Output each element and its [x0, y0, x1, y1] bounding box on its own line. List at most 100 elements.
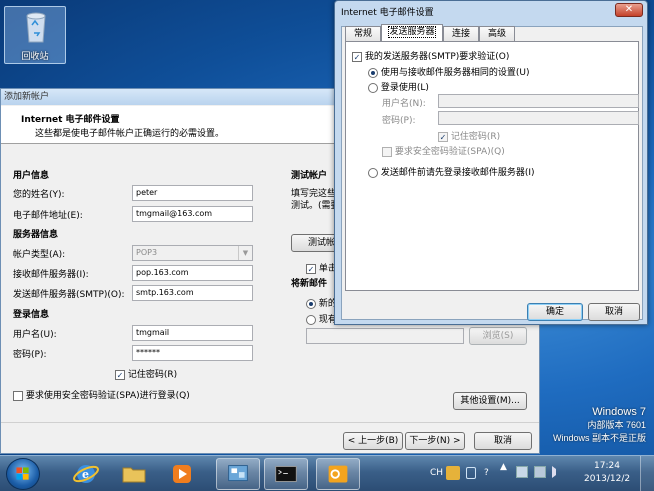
spa-checkbox[interactable]: 要求使用安全密码验证(SPA)进行登录(Q) [13, 388, 190, 401]
dialog-remember-label: 记住密码(R) [450, 132, 501, 142]
datafile-path-field[interactable] [306, 328, 464, 344]
checkbox-checked-icon [306, 263, 316, 274]
dialog-password-label: 密码(P): [382, 116, 416, 126]
logon-info-heading: 登录信息 [13, 310, 50, 320]
radio-icon [368, 82, 378, 93]
start-button[interactable] [6, 458, 40, 490]
tab-outgoing-server-label: 发送服务器 [388, 26, 436, 38]
deliver-to-heading: 将新邮件 [291, 279, 328, 289]
email-field[interactable]: tmgmail@163.com [132, 206, 253, 222]
taskbar-outlook[interactable] [316, 458, 360, 490]
dialog-spa-checkbox[interactable]: 要求安全密码验证(SPA)(Q) [382, 144, 505, 157]
outgoing-server-panel: 我的发送服务器(SMTP)要求验证(O) 使用与接收邮件服务器相同的设置(U) … [345, 41, 639, 291]
checkbox-checked-icon [352, 51, 362, 62]
tab-connection[interactable]: 连接 [443, 26, 479, 41]
logon-using-radio[interactable]: 登录使用(L) [368, 80, 429, 93]
windows-logo-icon [16, 467, 29, 480]
same-settings-radio[interactable]: 使用与接收邮件服务器相同的设置(U) [368, 65, 530, 78]
incoming-server-label: 接收邮件服务器(I): [13, 270, 89, 280]
taskbar-media-player[interactable] [160, 458, 204, 490]
dialog-password-field[interactable] [438, 111, 639, 125]
close-icon: ✕ [624, 4, 634, 15]
dialog-title: Internet 电子邮件设置 [341, 8, 434, 18]
dialog-close-button[interactable]: ✕ [615, 3, 643, 17]
ok-button[interactable]: 确定 [527, 303, 583, 321]
outlook-icon [328, 465, 348, 483]
checkbox-icon [13, 390, 23, 401]
wizard-divider [1, 422, 539, 423]
clock-date[interactable]: 2013/12/2 [584, 474, 630, 484]
watermark-line-3: Windows 副本不是正版 [552, 433, 646, 443]
remember-password-checkbox[interactable]: 记住密码(R) [115, 367, 177, 380]
tab-general-label: 常规 [353, 29, 372, 39]
name-field[interactable]: peter [132, 185, 253, 201]
internet-explorer-icon: e [73, 465, 99, 483]
tab-outgoing-server[interactable]: 发送服务器 [381, 24, 443, 41]
cancel-button[interactable]: 取消 [474, 432, 532, 450]
help-icon[interactable]: ? [484, 468, 489, 478]
tab-general[interactable]: 常规 [345, 26, 381, 41]
dialog-remember-checkbox[interactable]: 记住密码(R) [438, 129, 500, 142]
dialog-spa-label: 要求安全密码验证(SPA)(Q) [394, 147, 505, 157]
volume-icon[interactable] [552, 466, 564, 478]
remember-password-label: 记住密码(R) [127, 370, 178, 380]
test-desc-line-2: 测试。(需要 [291, 201, 340, 211]
incoming-server-field[interactable]: pop.163.com [132, 265, 253, 281]
name-label: 您的姓名(Y): [13, 190, 65, 200]
smtp-auth-label: 我的发送服务器(SMTP)要求验证(O) [364, 52, 510, 62]
radio-selected-icon [368, 67, 378, 78]
username-label: 用户名(U): [13, 330, 57, 340]
taskbar-control-panel[interactable] [216, 458, 260, 490]
dialog-username-label: 用户名(N): [382, 99, 426, 109]
checkbox-checked-icon [115, 369, 125, 380]
smtp-auth-checkbox[interactable]: 我的发送服务器(SMTP)要求验证(O) [352, 49, 509, 62]
logon-using-label: 登录使用(L) [380, 83, 429, 93]
clock-time[interactable]: 17:24 [594, 461, 620, 471]
show-desktop-button[interactable] [640, 456, 654, 491]
language-indicator[interactable]: CH [430, 468, 443, 478]
action-center-icon[interactable] [516, 466, 528, 478]
dialog-client: 常规 发送服务器 连接 高级 我的发送服务器(SMTP)要求验证(O) 使用与接… [341, 24, 643, 321]
checkbox-icon [382, 146, 392, 157]
taskbar-ie[interactable]: e [64, 458, 108, 490]
folder-icon [122, 467, 146, 483]
outgoing-server-field[interactable]: smtp.163.com [132, 285, 253, 301]
recycle-bin-label: 回收站 [21, 52, 49, 62]
new-datafile-radio[interactable]: 新的 [306, 296, 337, 309]
logon-before-radio[interactable]: 发送邮件前请先登录接收邮件服务器(I) [368, 165, 535, 178]
account-type-label: 帐户类型(A): [13, 250, 66, 260]
tab-connection-label: 连接 [451, 29, 470, 39]
taskbar-explorer[interactable] [112, 458, 156, 490]
logon-before-label: 发送邮件前请先登录接收邮件服务器(I) [380, 168, 535, 178]
keyboard-icon[interactable] [466, 467, 476, 479]
spa-label: 要求使用安全密码验证(SPA)进行登录(Q) [25, 391, 190, 401]
back-button[interactable]: < 上一步(B) [343, 432, 403, 450]
browse-button[interactable]: 浏览(S) [469, 327, 527, 345]
server-info-heading: 服务器信息 [13, 230, 59, 240]
recycle-bin-icon [26, 12, 46, 43]
more-settings-button[interactable]: 其他设置(M)... [453, 392, 527, 410]
show-hidden-icons[interactable]: ▲ [500, 462, 507, 472]
password-label: 密码(P): [13, 350, 47, 360]
password-field[interactable]: ****** [132, 345, 253, 361]
dialog-username-field[interactable] [438, 94, 639, 108]
svg-text:e: e [82, 468, 89, 481]
next-button[interactable]: 下一步(N) > [405, 432, 465, 450]
test-account-heading: 测试帐户 [291, 171, 328, 181]
radio-selected-icon [306, 298, 316, 309]
network-icon[interactable] [534, 466, 546, 478]
username-field[interactable]: tmgmail [132, 325, 253, 341]
existing-datafile-radio[interactable]: 现有 [306, 312, 337, 325]
taskbar-cmd[interactable] [264, 458, 308, 490]
wizard-header-subtitle: 这些都是使电子邮件帐户正确运行的必需设置。 [35, 129, 225, 139]
recycle-bin-shortcut[interactable]: 回收站 [4, 6, 66, 64]
account-type-select[interactable]: POP3 ▼ [132, 245, 253, 261]
tab-advanced[interactable]: 高级 [479, 26, 515, 41]
wizard-header-title: Internet 电子邮件设置 [21, 115, 120, 125]
email-label: 电子邮件地址(E): [13, 211, 83, 221]
dialog-cancel-button[interactable]: 取消 [588, 303, 640, 321]
same-settings-label: 使用与接收邮件服务器相同的设置(U) [380, 68, 530, 78]
test-on-next-checkbox[interactable]: 单击 [306, 261, 337, 274]
watermark-line-2: 内部版本 7601 [587, 420, 646, 430]
ime-icon[interactable] [446, 466, 460, 480]
